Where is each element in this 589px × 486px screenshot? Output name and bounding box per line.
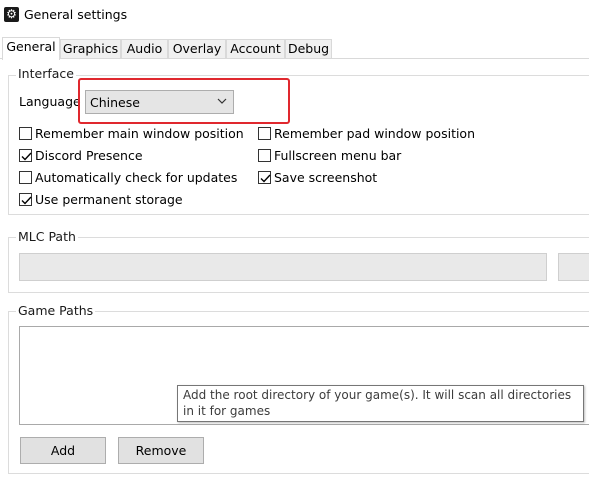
tab-audio[interactable]: Audio — [121, 39, 168, 59]
checkbox-label: Fullscreen menu bar — [274, 148, 402, 163]
check-icon — [21, 196, 32, 205]
mlc-browse-button[interactable] — [558, 253, 589, 281]
interface-group-label: Interface — [16, 66, 76, 81]
tab-debug[interactable]: Debug — [285, 39, 332, 59]
language-label: Language — [19, 94, 81, 109]
checkbox-label: Use permanent storage — [35, 192, 183, 207]
checkbox-box — [19, 127, 32, 140]
mlc-path-input[interactable] — [19, 253, 547, 281]
add-button[interactable]: Add — [20, 437, 106, 464]
mlc-path-group-label: MLC Path — [16, 229, 78, 244]
checkbox-box — [258, 171, 271, 184]
tab-graphics[interactable]: Graphics — [60, 39, 121, 59]
remove-button[interactable]: Remove — [118, 437, 204, 464]
checkbox-label: Save screenshot — [274, 170, 378, 185]
check-icon — [21, 152, 32, 161]
tab-bar: General Graphics Audio Overlay Account D… — [0, 37, 589, 60]
tab-general[interactable]: General — [2, 37, 60, 60]
checkbox-box — [19, 149, 32, 162]
tab-overlay[interactable]: Overlay — [168, 39, 226, 59]
checkbox-box — [19, 171, 32, 184]
checkbox-label: Remember main window position — [35, 126, 244, 141]
checkbox-box — [19, 193, 32, 206]
game-paths-group-label: Game Paths — [16, 303, 96, 318]
window-title: General settings — [24, 7, 128, 22]
check-icon — [260, 174, 271, 183]
game-paths-tooltip: Add the root directory of your game(s). … — [177, 385, 584, 422]
checkbox-box — [258, 127, 271, 140]
checkbox-box — [258, 149, 271, 162]
tab-account[interactable]: Account — [226, 39, 285, 59]
highlight-annotation — [78, 78, 290, 124]
title-bar: ⚙ General settings — [0, 0, 589, 30]
gear-icon: ⚙ — [4, 7, 19, 22]
checkbox-label: Automatically check for updates — [35, 170, 238, 185]
checkbox-label: Remember pad window position — [274, 126, 476, 141]
checkbox-label: Discord Presence — [35, 148, 143, 163]
